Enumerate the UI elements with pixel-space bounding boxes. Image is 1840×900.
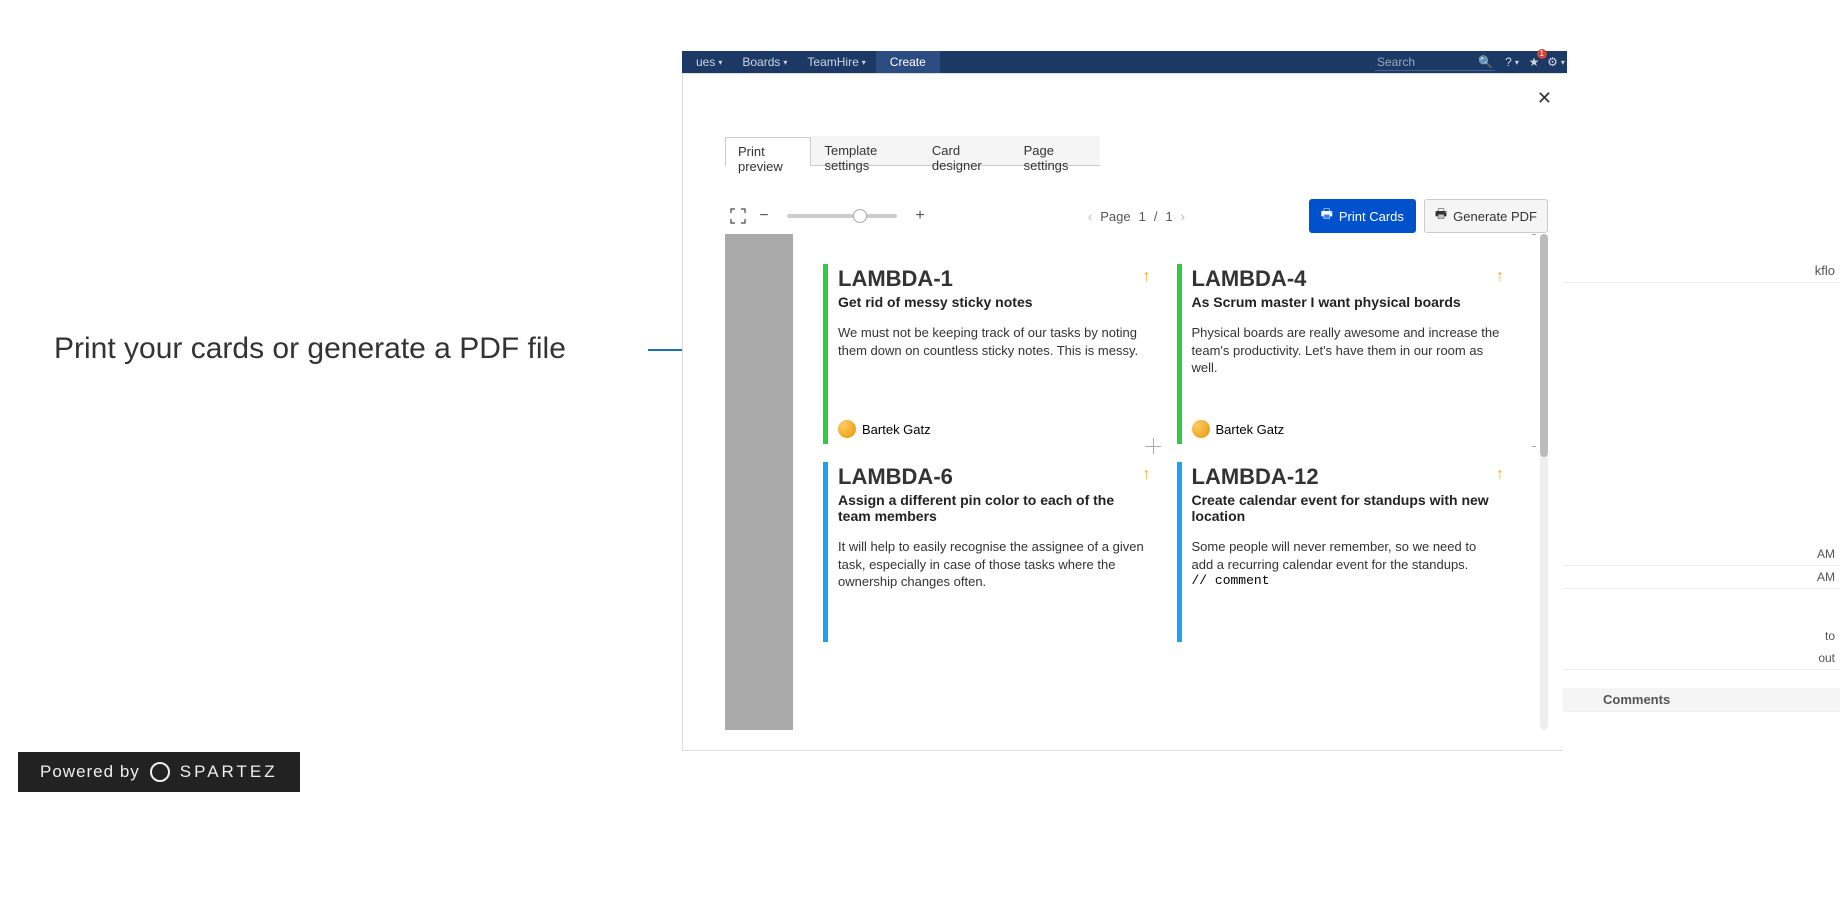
prev-page-icon[interactable]: ‹	[1088, 209, 1092, 224]
brand-name: SPARTEZ	[180, 762, 278, 782]
card-title: Assign a different pin color to each of …	[838, 492, 1147, 524]
slider-thumb[interactable]	[853, 209, 867, 223]
create-button[interactable]: Create	[876, 51, 940, 73]
card-key: LAMBDA-12	[1192, 464, 1501, 490]
preview-page: ↑ LAMBDA-1 Get rid of messy sticky notes…	[793, 234, 1536, 730]
card-assignee: Bartek Gatz	[838, 420, 931, 438]
chevron-down-icon: ▾	[718, 58, 722, 67]
priority-up-icon: ↑	[1496, 268, 1504, 286]
card-description: Physical boards are really awesome and i…	[1192, 324, 1501, 377]
tab-card-designer[interactable]: Card designer	[919, 136, 1011, 165]
pager-sep: /	[1154, 209, 1158, 224]
card-title: Create calendar event for standups with …	[1192, 492, 1501, 524]
print-cards-label: Print Cards	[1339, 209, 1404, 224]
spartez-logo-icon	[150, 762, 170, 782]
crop-mark-icon	[771, 438, 787, 454]
card: ↑ LAMBDA-12 Create calendar event for st…	[1177, 462, 1507, 642]
card-description: We must not be keeping track of our task…	[838, 324, 1147, 359]
tabstrip: Print preview Template settings Card des…	[725, 136, 1100, 166]
modal-panel: ✕ Print preview Template settings Card d…	[682, 73, 1567, 751]
preview-area: ↑ LAMBDA-1 Get rid of messy sticky notes…	[725, 234, 1536, 730]
card-key: LAMBDA-6	[838, 464, 1147, 490]
nav-item-label: TeamHire	[807, 55, 858, 69]
crop-mark-icon	[1145, 438, 1161, 454]
card-description: It will help to easily recognise the ass…	[838, 538, 1147, 591]
workflow-fragment: kflo	[1563, 259, 1840, 283]
chevron-down-icon: ▾	[862, 58, 866, 67]
nav-item-boards[interactable]: Boards▾	[732, 51, 797, 73]
scrollbar-thumb[interactable]	[1540, 234, 1548, 457]
printer-icon: 🖶	[1321, 205, 1333, 227]
pager-label: Page	[1100, 209, 1130, 224]
text-fragment: out	[1563, 647, 1840, 670]
chevron-down-icon: ▾	[1561, 58, 1565, 67]
zoom-out-button[interactable]: −	[751, 203, 777, 229]
callout-text: Print your cards or generate a PDF file	[54, 332, 566, 366]
card: ↑ LAMBDA-6 Assign a different pin color …	[823, 462, 1153, 642]
generate-pdf-button[interactable]: 🖶 Generate PDF	[1424, 199, 1548, 233]
star-icon[interactable]: ★1	[1523, 51, 1545, 73]
tab-template-settings[interactable]: Template settings	[811, 136, 918, 165]
chevron-down-icon: ▾	[783, 58, 787, 67]
time-fragment: AM	[1563, 566, 1840, 589]
comments-header[interactable]: Comments	[1563, 688, 1840, 712]
help-icon[interactable]: ?▾	[1501, 51, 1523, 73]
card-key: LAMBDA-1	[838, 266, 1147, 292]
tab-print-preview[interactable]: Print preview	[725, 137, 811, 166]
crop-mark-icon	[1532, 234, 1536, 242]
search-icon: 🔍	[1478, 55, 1493, 69]
zoom-slider[interactable]	[787, 214, 897, 218]
search-input[interactable]: Search 🔍	[1375, 53, 1495, 71]
app-window: ues▾ Boards▾ TeamHire▾ Create Search 🔍 ?…	[682, 51, 1567, 751]
text-fragment: to	[1563, 625, 1840, 647]
crop-mark-icon	[771, 234, 787, 242]
gear-icon[interactable]: ⚙▾	[1545, 51, 1567, 73]
card-assignee: Bartek Gatz	[1192, 420, 1285, 438]
card-code: // comment	[1192, 573, 1501, 588]
card-title: Get rid of messy sticky notes	[838, 294, 1147, 310]
chevron-down-icon: ▾	[1515, 58, 1519, 67]
pager-total: 1	[1166, 209, 1173, 224]
zoom-in-button[interactable]: +	[907, 203, 933, 229]
priority-up-icon: ↑	[1143, 268, 1151, 286]
nav-item-teamhire[interactable]: TeamHire ▾	[797, 51, 875, 73]
nav-item-label: Boards	[742, 55, 780, 69]
priority-up-icon: ↑	[1143, 466, 1151, 484]
tab-page-settings[interactable]: Page settings	[1011, 136, 1100, 165]
pdf-icon: 🖶	[1435, 205, 1447, 227]
generate-pdf-label: Generate PDF	[1453, 209, 1537, 224]
print-cards-button[interactable]: 🖶 Print Cards	[1309, 199, 1416, 233]
nav-item-issues[interactable]: ues▾	[686, 51, 732, 73]
card-description: Some people will never remember, so we n…	[1192, 538, 1501, 573]
pager-current: 1	[1139, 209, 1146, 224]
avatar	[838, 420, 856, 438]
crop-mark-icon	[1532, 438, 1536, 454]
nav-item-label: ues	[696, 55, 715, 69]
pager: ‹ Page 1 / 1 ›	[1088, 209, 1185, 224]
card-key: LAMBDA-4	[1192, 266, 1501, 292]
card: ↑ LAMBDA-1 Get rid of messy sticky notes…	[823, 264, 1153, 444]
time-fragment: AM	[1563, 543, 1840, 566]
powered-label: Powered by	[40, 762, 140, 782]
card: ↑ LAMBDA-4 As Scrum master I want physic…	[1177, 264, 1507, 444]
expand-icon[interactable]	[725, 203, 751, 229]
card-title: As Scrum master I want physical boards	[1192, 294, 1501, 310]
powered-by-badge: Powered by SPARTEZ	[18, 752, 300, 792]
card-assignee-name: Bartek Gatz	[862, 422, 931, 437]
right-sidebar: kflo AM AM to out Comments	[1563, 73, 1840, 753]
priority-up-icon: ↑	[1496, 466, 1504, 484]
card-assignee-name: Bartek Gatz	[1216, 422, 1285, 437]
close-icon[interactable]: ✕	[1537, 88, 1552, 109]
scrollbar[interactable]	[1540, 234, 1548, 730]
toolbar: − + ‹ Page 1 / 1 › 🖶 Print Cards 🖶 Gener…	[725, 196, 1548, 236]
top-navbar: ues▾ Boards▾ TeamHire▾ Create Search 🔍 ?…	[682, 51, 1567, 73]
avatar	[1192, 420, 1210, 438]
search-placeholder: Search	[1377, 55, 1415, 69]
next-page-icon[interactable]: ›	[1181, 209, 1185, 224]
cards-grid: ↑ LAMBDA-1 Get rid of messy sticky notes…	[823, 264, 1506, 642]
